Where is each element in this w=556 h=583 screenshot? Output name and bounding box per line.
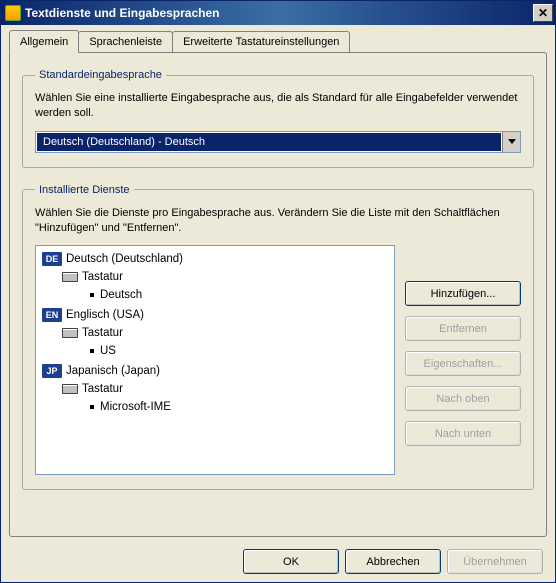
tree-language-row[interactable]: DE Deutsch (Deutschland) bbox=[38, 250, 392, 268]
tree-category-row[interactable]: Tastatur bbox=[38, 324, 392, 342]
tree-category-row[interactable]: Tastatur bbox=[38, 268, 392, 286]
default-language-description: Wählen Sie eine installierte Eingabespra… bbox=[35, 91, 521, 121]
tree-language: EN Englisch (USA) Tastatur US bbox=[38, 306, 392, 360]
tree-layout-row[interactable]: Deutsch bbox=[38, 286, 392, 304]
chevron-down-icon bbox=[508, 139, 516, 145]
cancel-button[interactable]: Abbrechen bbox=[345, 549, 441, 574]
move-down-button[interactable]: Nach unten bbox=[405, 421, 521, 446]
category-label: Tastatur bbox=[82, 383, 123, 395]
tree-language: DE Deutsch (Deutschland) Tastatur Deutsch bbox=[38, 250, 392, 304]
bullet-icon bbox=[90, 293, 94, 297]
group-default-language: Standardeingabesprache Wählen Sie eine i… bbox=[22, 69, 534, 168]
ok-button[interactable]: OK bbox=[243, 549, 339, 574]
tab-panel-allgemein: Standardeingabesprache Wählen Sie eine i… bbox=[9, 52, 547, 537]
apply-button[interactable]: Übernehmen bbox=[447, 549, 543, 574]
dialog-window: Textdienste und Eingabesprachen ✕ Allgem… bbox=[0, 0, 556, 583]
bullet-icon bbox=[90, 405, 94, 409]
dropdown-selected-value: Deutsch (Deutschland) - Deutsch bbox=[37, 133, 501, 151]
client-area: Allgemein Sprachenleiste Erweiterte Tast… bbox=[1, 25, 555, 582]
category-label: Tastatur bbox=[82, 271, 123, 283]
tab-strip: Allgemein Sprachenleiste Erweiterte Tast… bbox=[9, 31, 547, 52]
dropdown-arrow-button[interactable] bbox=[502, 132, 520, 152]
window-title: Textdienste und Eingabesprachen bbox=[25, 6, 219, 20]
group-default-legend: Standardeingabesprache bbox=[35, 69, 166, 81]
app-icon bbox=[5, 5, 21, 21]
layout-name: US bbox=[100, 345, 116, 357]
services-tree[interactable]: DE Deutsch (Deutschland) Tastatur Deutsch EN… bbox=[35, 245, 395, 475]
language-name: Englisch (USA) bbox=[66, 309, 144, 321]
language-badge-icon: JP bbox=[42, 364, 62, 378]
tree-language-row[interactable]: JP Japanisch (Japan) bbox=[38, 362, 392, 380]
default-language-dropdown[interactable]: Deutsch (Deutschland) - Deutsch bbox=[35, 131, 521, 153]
language-badge-icon: DE bbox=[42, 252, 62, 266]
layout-name: Deutsch bbox=[100, 289, 142, 301]
group-installed-legend: Installierte Dienste bbox=[35, 184, 134, 196]
language-badge-icon: EN bbox=[42, 308, 62, 322]
language-name: Deutsch (Deutschland) bbox=[66, 253, 183, 265]
tree-language-row[interactable]: EN Englisch (USA) bbox=[38, 306, 392, 324]
tab-erweiterte-tastatur[interactable]: Erweiterte Tastatureinstellungen bbox=[172, 31, 350, 52]
titlebar: Textdienste und Eingabesprachen ✕ bbox=[1, 1, 555, 25]
remove-button[interactable]: Entfernen bbox=[405, 316, 521, 341]
keyboard-icon bbox=[62, 328, 78, 338]
tree-layout-row[interactable]: Microsoft-IME bbox=[38, 398, 392, 416]
close-button[interactable]: ✕ bbox=[533, 4, 553, 22]
installed-services-description: Wählen Sie die Dienste pro Eingabesprach… bbox=[35, 206, 521, 236]
tree-category-row[interactable]: Tastatur bbox=[38, 380, 392, 398]
layout-name: Microsoft-IME bbox=[100, 401, 171, 413]
keyboard-icon bbox=[62, 272, 78, 282]
properties-button[interactable]: Eigenschaften... bbox=[405, 351, 521, 376]
keyboard-icon bbox=[62, 384, 78, 394]
services-button-column: Hinzufügen... Entfernen Eigenschaften...… bbox=[405, 245, 521, 475]
group-installed-services: Installierte Dienste Wählen Sie die Dien… bbox=[22, 184, 534, 491]
add-button[interactable]: Hinzufügen... bbox=[405, 281, 521, 306]
dialog-button-row: OK Abbrechen Übernehmen bbox=[9, 537, 547, 574]
tab-sprachenleiste[interactable]: Sprachenleiste bbox=[78, 31, 173, 52]
bullet-icon bbox=[90, 349, 94, 353]
language-name: Japanisch (Japan) bbox=[66, 365, 160, 377]
move-up-button[interactable]: Nach oben bbox=[405, 386, 521, 411]
tab-allgemein[interactable]: Allgemein bbox=[9, 30, 79, 53]
category-label: Tastatur bbox=[82, 327, 123, 339]
tree-layout-row[interactable]: US bbox=[38, 342, 392, 360]
close-icon: ✕ bbox=[538, 6, 548, 20]
tree-language: JP Japanisch (Japan) Tastatur Microsoft-IME bbox=[38, 362, 392, 416]
